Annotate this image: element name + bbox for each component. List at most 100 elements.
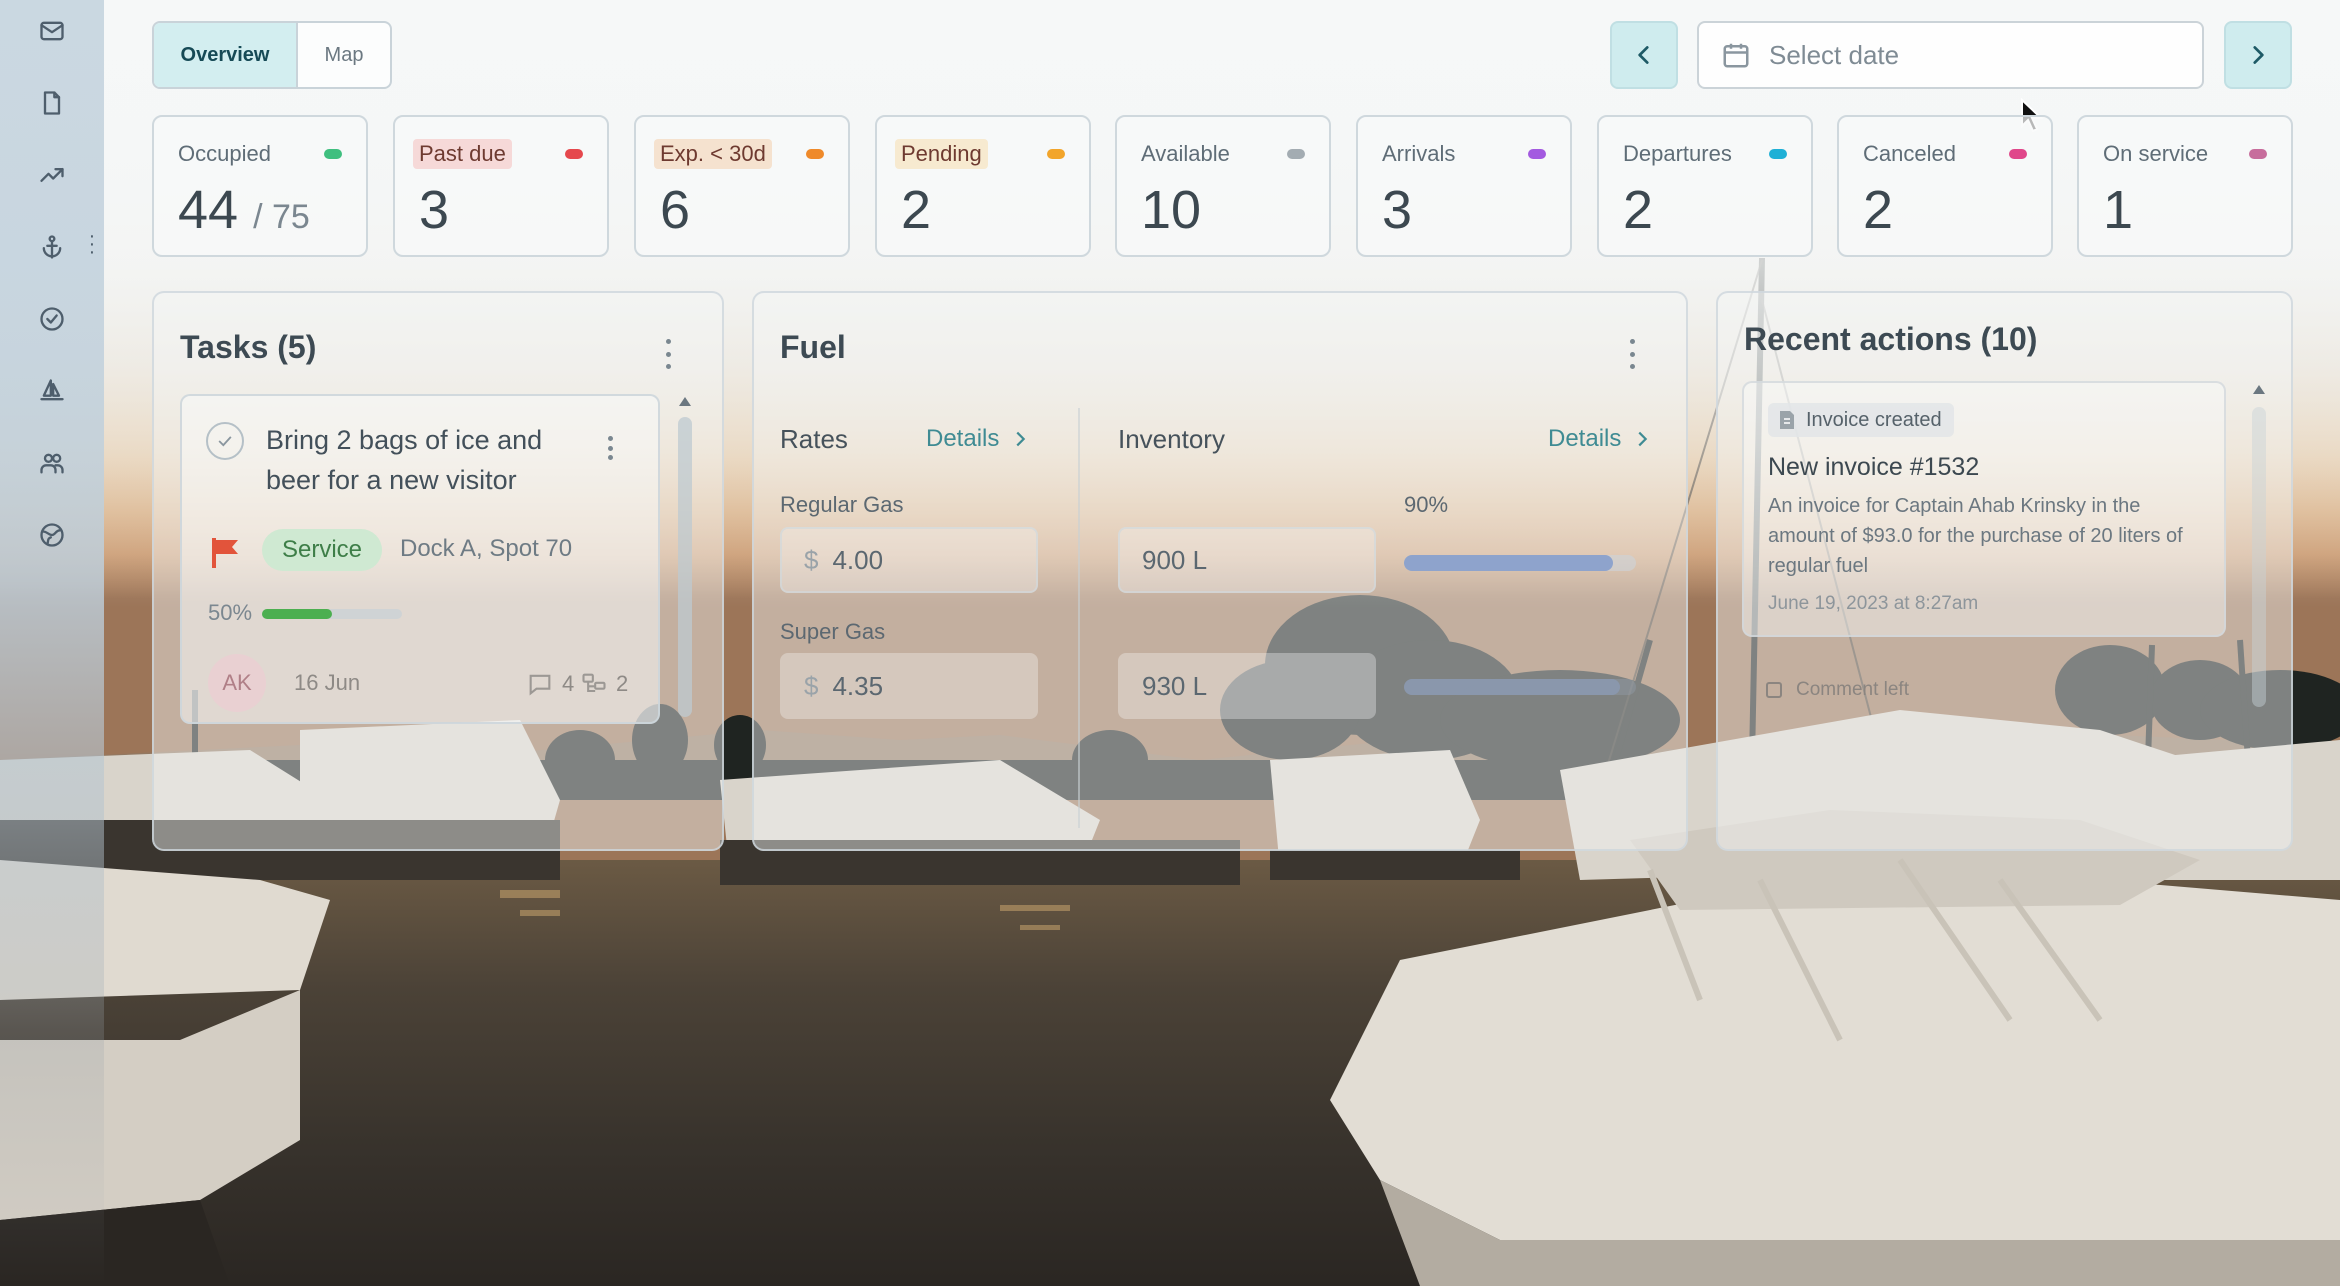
stat-pending[interactable]: Pending 2 <box>875 115 1091 257</box>
stat-expiring[interactable]: Exp. < 30d 6 <box>634 115 850 257</box>
regular-gas-rate-input[interactable]: $4.00 <box>780 527 1038 593</box>
stat-value: 3 <box>1382 180 1413 240</box>
invoice-icon <box>1780 411 1794 429</box>
inventory-level-fill <box>1404 555 1613 571</box>
tab-map[interactable]: Map <box>298 23 390 87</box>
stat-value: 6 <box>660 180 691 240</box>
anchor-icon[interactable] <box>32 227 72 267</box>
subtasks-icon <box>582 673 606 693</box>
inventory-level-fill <box>1404 679 1620 695</box>
status-dot <box>1287 149 1305 159</box>
fuel-panel: Fuel Rates Details Inventory Details Reg… <box>752 291 1688 851</box>
inventory-heading: Inventory <box>1118 424 1225 454</box>
mail-icon[interactable] <box>32 11 72 51</box>
activity-item[interactable]: Invoice created New invoice #1532 An inv… <box>1742 381 2226 637</box>
activity-timestamp: June 19, 2023 at 8:27am <box>1768 593 1979 614</box>
tab-overview[interactable]: Overview <box>154 23 298 87</box>
stat-label: Available <box>1141 141 1230 166</box>
status-dot <box>565 149 583 159</box>
avatar[interactable]: AK <box>208 654 266 712</box>
scroll-up-icon[interactable] <box>679 397 691 406</box>
chevron-left-icon <box>1638 46 1649 64</box>
globe-icon[interactable] <box>32 515 72 555</box>
stat-label: Canceled <box>1863 141 1956 166</box>
status-dot <box>324 149 342 159</box>
status-dot <box>2249 149 2267 159</box>
date-input[interactable] <box>1769 39 2169 71</box>
tasks-panel: Tasks (5) Bring 2 bags of ice and beer f… <box>152 291 724 851</box>
fuel-type-label: Regular Gas <box>780 492 904 517</box>
stat-label: Past due <box>413 139 512 169</box>
stat-arrivals[interactable]: Arrivals 3 <box>1356 115 1572 257</box>
activity-title: New invoice #1532 <box>1768 453 1980 481</box>
task-location: Dock A, Spot 70 <box>400 535 573 562</box>
task-complete-checkbox[interactable] <box>206 422 244 460</box>
check-circle-icon[interactable] <box>32 299 72 339</box>
stat-label: Exp. < 30d <box>654 139 772 169</box>
activity-item[interactable]: Comment left <box>1766 679 1909 701</box>
task-subtasks[interactable]: 2 <box>580 670 628 698</box>
stat-label: Departures <box>1623 141 1732 166</box>
stat-on-service[interactable]: On service 1 <box>2077 115 2293 257</box>
task-progress-label: 50% <box>208 600 253 625</box>
chevron-right-icon <box>1638 431 1648 447</box>
stat-label: On service <box>2103 141 2209 166</box>
recent-actions-title: Recent actions (10) <box>1744 321 2038 357</box>
date-picker[interactable] <box>1697 21 2204 89</box>
recent-actions-panel: Recent actions (10) Invoice created New … <box>1716 291 2293 851</box>
stat-value: 2 <box>1863 180 1894 240</box>
super-gas-inventory: 930 L <box>1118 653 1376 719</box>
stat-canceled[interactable]: Canceled 2 <box>1837 115 2053 257</box>
scroll-up-icon[interactable] <box>2253 385 2265 394</box>
status-dot <box>1528 149 1546 159</box>
stat-value: 3 <box>419 180 450 240</box>
regular-gas-inventory: 900 L <box>1118 527 1376 593</box>
task-due-date: 16 Jun <box>294 670 361 695</box>
trend-icon[interactable] <box>32 155 72 195</box>
stat-value: 2 <box>1623 180 1654 240</box>
stat-value: 1 <box>2103 180 2134 240</box>
task-menu-icon[interactable] <box>600 436 620 460</box>
activity-type-badge: Invoice created <box>1768 403 1954 437</box>
stat-total: / 75 <box>253 198 310 236</box>
tasks-menu-icon[interactable] <box>658 339 678 369</box>
activity-description: An invoice for Captain Ahab Krinsky in t… <box>1768 495 2183 577</box>
stat-departures[interactable]: Departures 2 <box>1597 115 1813 257</box>
scroll-thumb[interactable] <box>2252 407 2266 707</box>
task-card[interactable]: Bring 2 bags of ice and beer for a new v… <box>180 394 660 724</box>
comment-icon <box>529 674 551 696</box>
inventory-details-link[interactable]: Details <box>1548 425 1653 453</box>
status-dot <box>1769 149 1787 159</box>
check-icon <box>218 436 232 447</box>
next-date-button[interactable] <box>2224 21 2292 89</box>
sidebar: · · · <box>0 0 104 1286</box>
stat-occupied[interactable]: Occupied 44 / 75 <box>152 115 368 257</box>
users-icon[interactable] <box>32 443 72 483</box>
tasks-scrollbar[interactable] <box>674 397 696 727</box>
rates-details-link[interactable]: Details <box>926 425 1031 453</box>
inventory-level-bar <box>1404 679 1636 695</box>
inventory-percent: 90% <box>1404 492 1449 517</box>
more-icon[interactable]: · · · <box>84 226 100 262</box>
stat-label: Arrivals <box>1382 141 1456 166</box>
document-icon[interactable] <box>32 83 72 123</box>
task-progress-fill <box>262 609 332 619</box>
status-dot <box>2009 149 2027 159</box>
chevron-right-icon <box>1016 431 1026 447</box>
fuel-menu-icon[interactable] <box>1622 339 1642 369</box>
flag-icon <box>212 538 238 568</box>
task-progress-bar <box>262 609 402 619</box>
stat-value: 44 / 75 <box>178 180 310 240</box>
scroll-thumb[interactable] <box>678 417 692 717</box>
boat-icon[interactable] <box>32 371 72 411</box>
tasks-title: Tasks (5) <box>180 329 317 365</box>
stat-available[interactable]: Available 10 <box>1115 115 1331 257</box>
stat-past-due[interactable]: Past due 3 <box>393 115 609 257</box>
task-comments[interactable]: 4 <box>526 670 574 698</box>
status-dot <box>806 149 824 159</box>
super-gas-rate-input[interactable]: $4.35 <box>780 653 1038 719</box>
previous-date-button[interactable] <box>1610 21 1678 89</box>
rates-heading: Rates <box>780 424 848 454</box>
stat-value: 10 <box>1141 180 1202 240</box>
actions-scrollbar[interactable] <box>2248 385 2270 725</box>
